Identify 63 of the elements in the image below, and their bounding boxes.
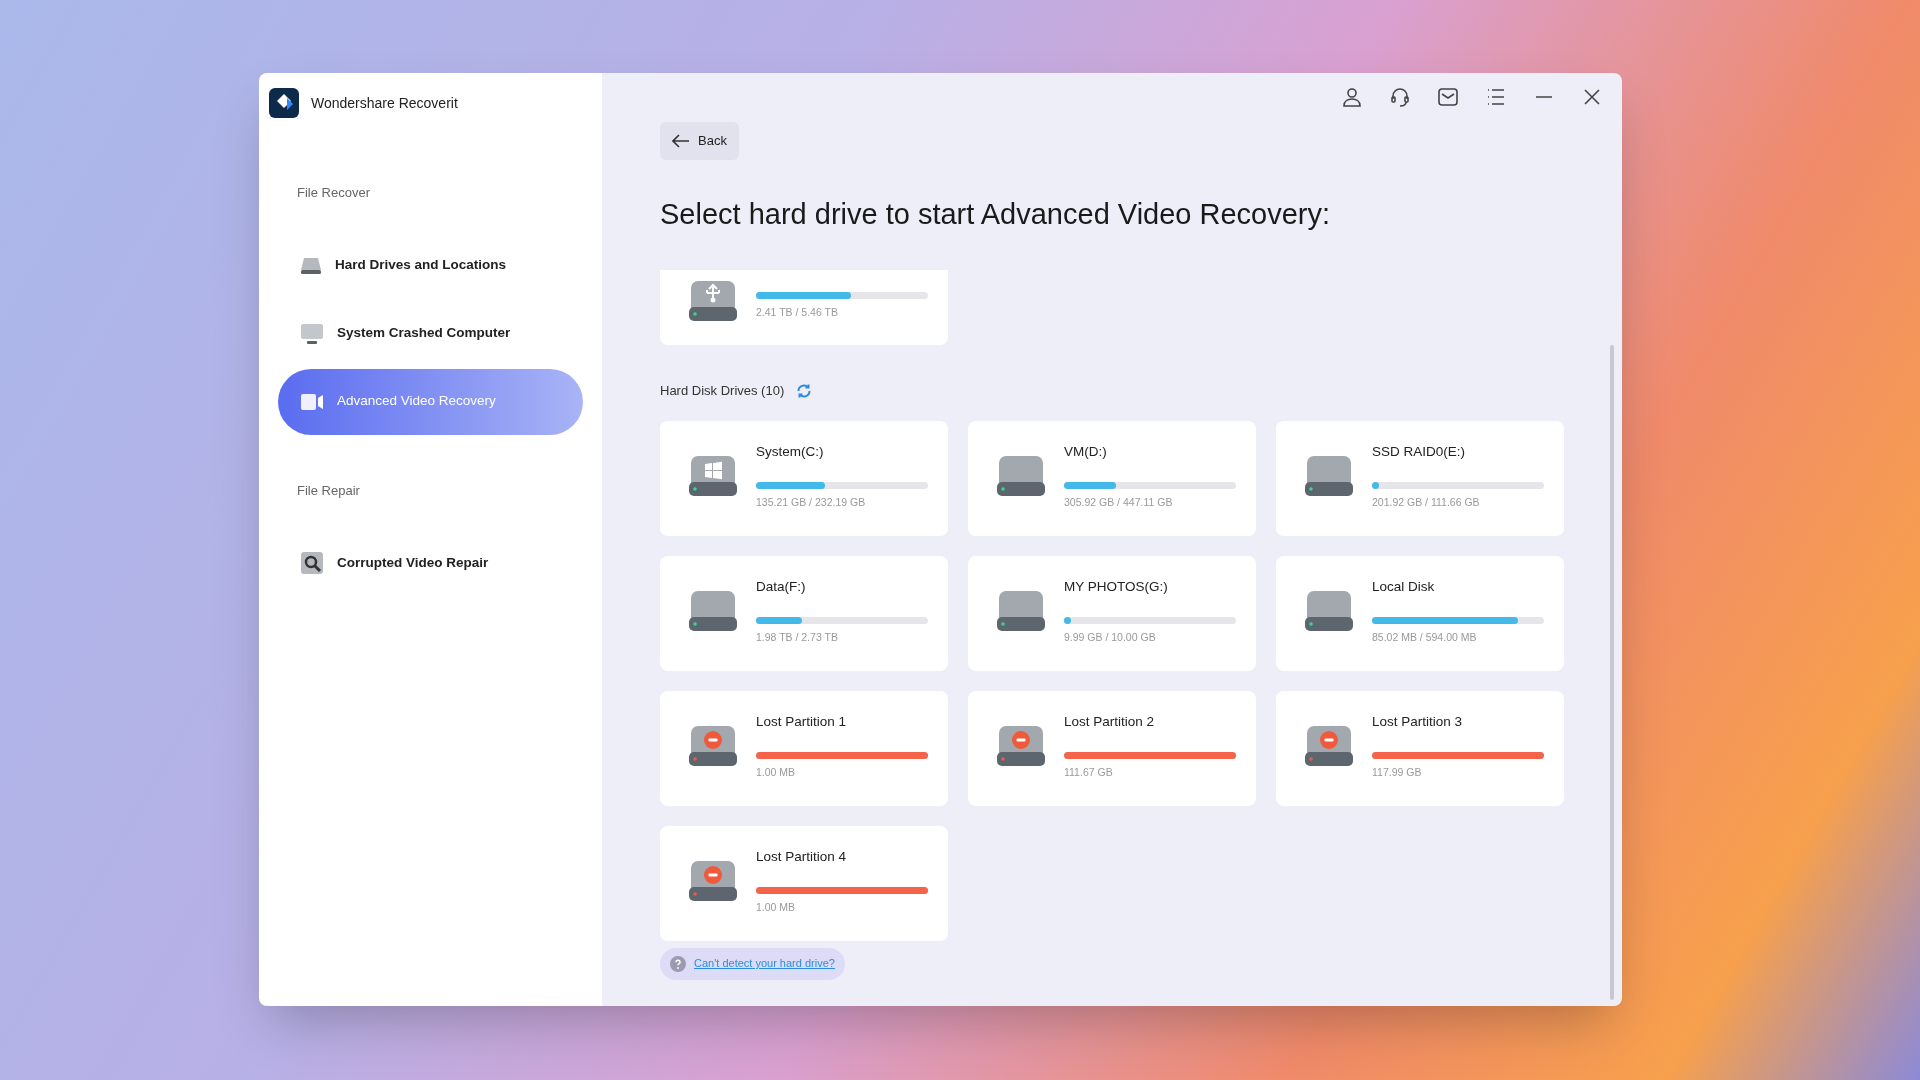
lost-drive-icon xyxy=(687,859,739,903)
drive-name: MY PHOTOS(G:) xyxy=(1064,577,1169,596)
magnifier-icon xyxy=(300,551,324,575)
drive-size: 111.67 GB xyxy=(1064,764,1114,780)
drive-size: 201.92 GB / 111.66 GB xyxy=(1372,494,1481,510)
drive-size: 9.99 GB / 10.00 GB xyxy=(1064,629,1157,645)
drive-card[interactable]: Lost Partition 3 117.99 GB xyxy=(1276,690,1564,806)
sidebar-item[interactable]: Hard Drives and Locations xyxy=(278,232,583,299)
drive-card[interactable]: Data(F:) 1.98 TB / 2.73 TB xyxy=(660,555,948,671)
hard-drive-icon xyxy=(1303,589,1355,633)
refresh-icon[interactable] xyxy=(796,382,813,399)
lost-drive-icon xyxy=(687,724,739,768)
group-title: Hard Disk Drives (10) xyxy=(660,382,785,400)
mail-icon[interactable] xyxy=(1436,85,1460,109)
arrow-left-icon xyxy=(672,134,690,148)
drive-name: Data(F:) xyxy=(756,577,807,596)
drive-card[interactable]: VM(D:) 305.92 GB / 447.11 GB xyxy=(968,420,1256,536)
video-camera-icon xyxy=(300,391,324,412)
drive-name: System(C:) xyxy=(756,442,825,461)
drive-size: 1.98 TB / 2.73 TB xyxy=(756,629,839,645)
drive-name: Local Disk xyxy=(1372,577,1436,596)
drive-card[interactable]: Lost Partition 4 1.00 MB xyxy=(660,825,948,941)
hard-drive-icon xyxy=(995,454,1047,498)
headset-icon[interactable] xyxy=(1388,85,1412,109)
lost-drive-icon xyxy=(1303,724,1355,768)
page-heading: Select hard drive to start Advanced Video Recovery: xyxy=(660,200,1332,229)
drive-name: Lost Partition 1 xyxy=(756,712,848,731)
sidebar-item[interactable]: Corrupted Video Repair xyxy=(278,530,583,596)
drive-name: Lost Partition 2 xyxy=(1064,712,1156,731)
drive-card[interactable]: Lost Partition 2 111.67 GB xyxy=(968,690,1256,806)
section-heading: File Repair xyxy=(296,481,361,500)
drive-name: Lost Partition 4 xyxy=(756,847,848,866)
lost-drive-icon xyxy=(995,724,1047,768)
drive-icon xyxy=(300,255,322,276)
drive-name: SSD RAID0(E:) xyxy=(1372,442,1467,461)
hard-drive-icon xyxy=(687,589,739,633)
help-icon xyxy=(670,955,686,972)
account-icon[interactable] xyxy=(1340,85,1364,109)
monitor-icon xyxy=(300,322,324,345)
drive-card[interactable]: MY PHOTOS(G:) 9.99 GB / 10.00 GB xyxy=(968,555,1256,671)
usb-drive-icon xyxy=(687,279,739,323)
drive-size: 135.21 GB / 232.19 GB xyxy=(756,494,867,510)
drive-card[interactable]: SSD RAID0(E:) 201.92 GB / 111.66 GB xyxy=(1276,420,1564,536)
drive-name: VM(D:) xyxy=(1064,442,1108,461)
windows-drive-icon xyxy=(687,454,739,498)
drive-card[interactable]: Local Disk 85.02 MB / 594.00 MB xyxy=(1276,555,1564,671)
drive-name: Lost Partition 3 xyxy=(1372,712,1464,731)
sidebar-item[interactable]: System Crashed Computer xyxy=(278,300,583,367)
scrollbar[interactable] xyxy=(1610,345,1614,1000)
app-title: Wondershare Recoverit xyxy=(311,93,458,113)
back-button[interactable]: Back xyxy=(660,122,739,160)
drive-size: 85.02 MB / 594.00 MB xyxy=(1372,629,1478,645)
drive-card[interactable]: Lost Partition 1 1.00 MB xyxy=(660,690,948,806)
drive-size: 117.99 GB xyxy=(1372,764,1423,780)
hard-drive-icon xyxy=(995,589,1047,633)
drive-size: 305.92 GB / 447.11 GB xyxy=(1064,494,1174,510)
drive-size: 1.00 MB xyxy=(756,764,797,780)
section-heading: File Recover xyxy=(296,184,371,202)
drive-size: 1.00 MB xyxy=(756,899,797,915)
app-logo-icon xyxy=(269,88,299,118)
drive-size: 2.41 TB / 5.46 TB xyxy=(756,305,839,321)
hard-drive-icon xyxy=(1303,454,1355,498)
drive-card[interactable]: System(C:) 135.21 GB / 232.19 GB xyxy=(660,420,948,536)
